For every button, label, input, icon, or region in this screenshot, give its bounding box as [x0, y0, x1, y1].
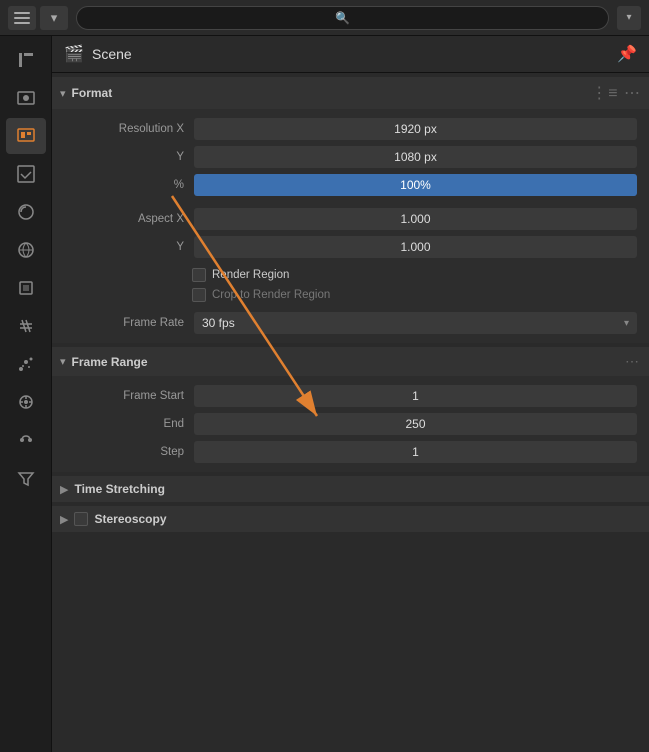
- sidebar-item-constraints[interactable]: [6, 422, 46, 458]
- frame-step-value[interactable]: 1: [194, 441, 637, 463]
- frame-start-row: Frame Start 1: [52, 382, 649, 410]
- format-section-title: Format: [72, 86, 592, 100]
- crop-region-checkbox[interactable]: [192, 288, 206, 302]
- frame-range-section-dots: ⋯: [625, 353, 641, 370]
- crop-region-label: Crop to Render Region: [212, 289, 330, 301]
- frame-rate-row: Frame Rate 30 fps ▾: [52, 309, 649, 337]
- stereoscopy-chevron-icon: ▶: [60, 513, 68, 526]
- frame-rate-chevron-icon: ▾: [624, 318, 629, 329]
- format-section: ▾ Format ⋮≡ ⋯ Resolution X 1920 px Y 108…: [52, 77, 649, 343]
- time-stretching-chevron-icon: ▶: [60, 483, 68, 496]
- format-props-body: Resolution X 1920 px Y 1080 px %: [52, 109, 649, 343]
- expand-button[interactable]: ▾: [617, 6, 641, 30]
- resolution-x-row: Resolution X 1920 px: [52, 115, 649, 143]
- frame-end-row: End 250: [52, 410, 649, 438]
- time-stretching-title: Time Stretching: [74, 482, 641, 496]
- frame-start-value[interactable]: 1: [194, 385, 637, 407]
- aspect-y-row: Y 1.000: [52, 233, 649, 261]
- search-input[interactable]: [283, 11, 403, 25]
- frame-end-label: End: [64, 418, 194, 430]
- aspect-y-label: Y: [64, 241, 194, 253]
- time-stretching-header[interactable]: ▶ Time Stretching: [52, 476, 649, 502]
- sidebar-item-output[interactable]: [6, 118, 46, 154]
- resolution-y-label: Y: [64, 151, 194, 163]
- sidebar-item-tools[interactable]: [6, 42, 46, 78]
- pin-icon[interactable]: 📌: [617, 44, 637, 64]
- sidebar-item-modifier[interactable]: [6, 308, 46, 344]
- frame-range-section-title: Frame Range: [72, 355, 625, 369]
- sidebar-item-world[interactable]: [6, 232, 46, 268]
- top-bar-left: ▾: [8, 6, 68, 30]
- top-bar: ▾ ▾: [0, 0, 649, 36]
- format-section-dots: ⋮≡ ⋯: [591, 83, 641, 103]
- resolution-pct-label: %: [64, 179, 194, 191]
- aspect-y-value[interactable]: 1.000: [194, 236, 637, 258]
- frame-rate-dropdown[interactable]: 30 fps ▾: [194, 312, 637, 334]
- aspect-x-label: Aspect X: [64, 213, 194, 225]
- search-bar[interactable]: [76, 6, 609, 30]
- stereoscopy-title: Stereoscopy: [94, 512, 641, 526]
- sidebar-item-render[interactable]: [6, 80, 46, 116]
- frame-step-label: Step: [64, 446, 194, 458]
- time-stretching-section: ▶ Time Stretching: [52, 476, 649, 502]
- frame-step-row: Step 1: [52, 438, 649, 466]
- frame-end-value[interactable]: 250: [194, 413, 637, 435]
- frame-range-chevron-icon: ▾: [60, 355, 66, 368]
- crop-region-row: Crop to Render Region: [52, 285, 649, 305]
- sidebar-item-scene[interactable]: [6, 194, 46, 230]
- format-chevron-icon: ▾: [60, 87, 66, 100]
- stereoscopy-header[interactable]: ▶ Stereoscopy: [52, 506, 649, 532]
- resolution-y-value[interactable]: 1080 px: [194, 146, 637, 168]
- render-region-row: Render Region: [52, 265, 649, 285]
- stereoscopy-section: ▶ Stereoscopy: [52, 506, 649, 532]
- resolution-x-label: Resolution X: [64, 123, 194, 135]
- render-region-checkbox[interactable]: [192, 268, 206, 282]
- sidebar-item-physics[interactable]: [6, 384, 46, 420]
- frame-rate-label: Frame Rate: [64, 317, 194, 329]
- stereoscopy-checkbox[interactable]: [74, 512, 88, 526]
- resolution-pct-value[interactable]: 100%: [194, 174, 637, 196]
- aspect-x-row: Aspect X 1.000: [52, 205, 649, 233]
- frame-range-section-header[interactable]: ▾ Frame Range ⋯: [52, 347, 649, 376]
- sidebar-item-object[interactable]: [6, 270, 46, 306]
- panel-header: 🎬 Scene 📌: [52, 36, 649, 73]
- panel-title: Scene: [92, 46, 617, 62]
- content-area: 🎬 Scene 📌 ▾ Format ⋮≡ ⋯ Resol: [52, 36, 649, 752]
- sidebar-item-filter[interactable]: [6, 460, 46, 496]
- sidebar-item-particles[interactable]: [6, 346, 46, 382]
- sidebar-item-view-layer[interactable]: [6, 156, 46, 192]
- panel-icon: 🎬: [64, 44, 84, 64]
- sidebar: [0, 36, 52, 752]
- menu-button[interactable]: [8, 6, 36, 30]
- resolution-pct-row: % 100%: [52, 171, 649, 199]
- resolution-y-row: Y 1080 px: [52, 143, 649, 171]
- resolution-x-value[interactable]: 1920 px: [194, 118, 637, 140]
- frame-range-section: ▾ Frame Range ⋯ Frame Start 1 End 250: [52, 347, 649, 472]
- frame-start-label: Frame Start: [64, 390, 194, 402]
- format-section-header[interactable]: ▾ Format ⋮≡ ⋯: [52, 77, 649, 109]
- layer-button[interactable]: ▾: [40, 6, 68, 30]
- main-layout: 🎬 Scene 📌 ▾ Format ⋮≡ ⋯ Resol: [0, 36, 649, 752]
- aspect-x-value[interactable]: 1.000: [194, 208, 637, 230]
- render-region-label: Render Region: [212, 269, 289, 281]
- frame-range-props-body: Frame Start 1 End 250 Step 1: [52, 376, 649, 472]
